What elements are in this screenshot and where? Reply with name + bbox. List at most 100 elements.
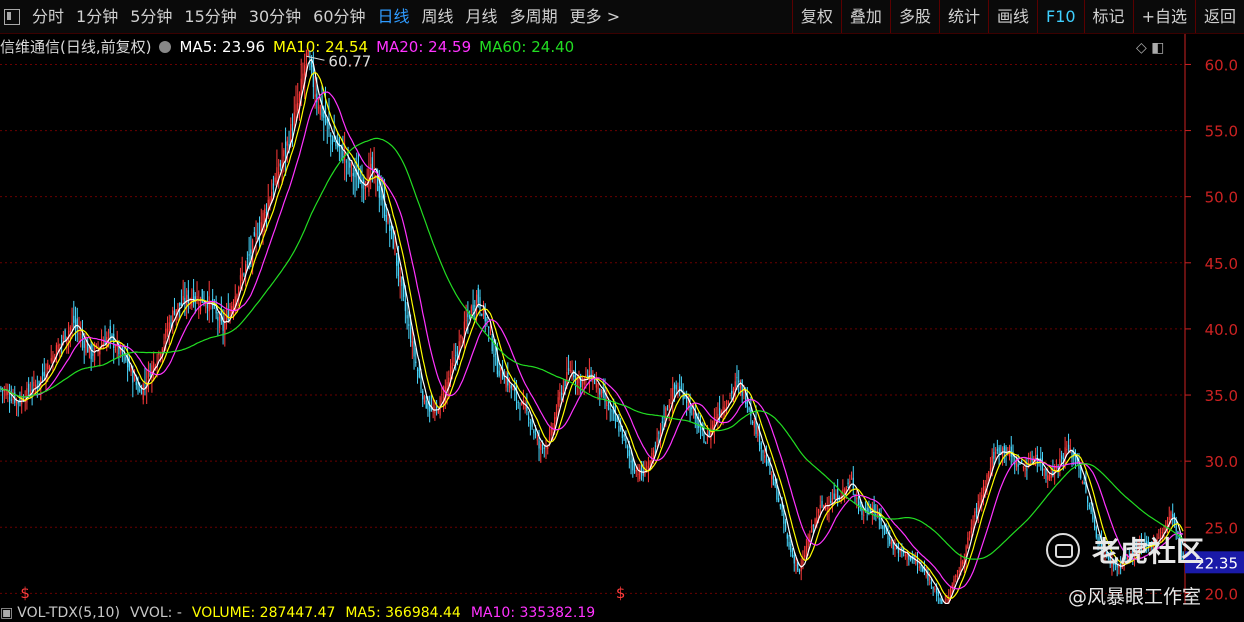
candle-body xyxy=(154,365,156,367)
candle-body xyxy=(258,232,261,234)
candle-body xyxy=(278,171,280,175)
candle-body xyxy=(682,393,684,400)
candle-body xyxy=(7,391,9,396)
candle-body xyxy=(946,598,948,601)
candle-body xyxy=(1047,475,1049,480)
candle-body xyxy=(493,354,495,357)
candle-body xyxy=(470,306,472,313)
ma10-line xyxy=(0,71,1184,599)
watermark-author: @风暴眼工作室 xyxy=(1068,586,1202,608)
candle-body xyxy=(418,368,420,378)
vol-indicator-name[interactable]: VOL-TDX(5,10) xyxy=(17,605,120,621)
candle-body xyxy=(630,460,632,463)
candle-body xyxy=(50,358,52,362)
candle-body xyxy=(219,316,221,328)
candle-body xyxy=(753,421,755,428)
candle-body xyxy=(274,177,276,183)
candle-body xyxy=(625,438,627,444)
candle-body xyxy=(932,587,934,589)
candle-body xyxy=(585,374,587,377)
candle-body xyxy=(1088,505,1090,507)
candle-body xyxy=(314,94,316,97)
candle-body xyxy=(394,248,396,253)
candle-body xyxy=(352,173,354,177)
candle-body xyxy=(288,143,290,146)
candle-body xyxy=(90,344,92,360)
candle-body xyxy=(474,305,476,307)
candle-body xyxy=(930,581,933,584)
candlestick-chart[interactable]: 20.0 25.0 30.0 35.0 40.0 45.0 50.0 55.0 60.0 60.… xyxy=(0,0,1244,604)
candle-body xyxy=(309,62,311,64)
candle-body xyxy=(389,225,391,231)
candle-body xyxy=(135,381,137,386)
candle-body xyxy=(286,140,288,146)
candle-body xyxy=(804,554,806,558)
candle-body xyxy=(80,333,82,335)
candle-body xyxy=(453,357,455,363)
candle-body xyxy=(481,314,483,316)
candle-body xyxy=(295,104,297,113)
candle-body xyxy=(890,542,893,545)
candle-body xyxy=(918,566,920,568)
candle-body xyxy=(137,384,139,392)
candle-body xyxy=(180,302,183,305)
candle-body xyxy=(863,514,865,516)
candle-body xyxy=(399,276,401,283)
price-axis-ticks: 20.0 25.0 30.0 35.0 40.0 45.0 50.0 55.0 60.0 xyxy=(1185,56,1238,603)
candle-body xyxy=(524,405,526,410)
candle-body xyxy=(272,183,275,190)
candle-body xyxy=(1090,506,1092,512)
candle-body xyxy=(609,408,611,410)
candle-body xyxy=(401,276,403,286)
annotations: 60.7718.7422.35$$ xyxy=(20,52,1244,604)
candle-body xyxy=(1022,466,1025,468)
candle-body xyxy=(904,554,906,556)
candle-body xyxy=(751,421,754,424)
candle-body xyxy=(468,314,471,318)
candle-body xyxy=(371,157,373,170)
candle-body xyxy=(508,382,511,389)
candle-body xyxy=(198,303,200,305)
candle-body xyxy=(805,546,808,555)
candle-body xyxy=(245,264,247,272)
candle-body xyxy=(142,383,144,400)
candle-body xyxy=(1066,448,1068,451)
candle-body xyxy=(404,300,406,312)
candle-body xyxy=(670,401,672,405)
candle-body xyxy=(732,388,735,394)
candle-body xyxy=(968,532,971,534)
candle-body xyxy=(1034,455,1037,457)
ma5-line xyxy=(0,58,1184,604)
volume-value: VOLUME: 287447.47 xyxy=(191,605,336,621)
candle-body xyxy=(534,433,537,436)
candle-body xyxy=(811,525,813,532)
candle-body xyxy=(653,450,655,459)
candle-body xyxy=(297,102,299,111)
candle-body xyxy=(206,303,209,309)
candle-body xyxy=(889,537,891,544)
candle-body xyxy=(350,163,353,166)
candle-body xyxy=(302,73,304,85)
candle-body xyxy=(1048,473,1051,481)
vol-collapse-icon[interactable]: ▣ xyxy=(0,605,13,621)
candle-body xyxy=(59,343,61,346)
candle-body xyxy=(467,313,469,318)
candle-body xyxy=(83,340,85,348)
candle-body xyxy=(1168,517,1170,521)
candle-body xyxy=(217,317,219,321)
candle-body xyxy=(415,361,417,364)
candle-body xyxy=(654,445,656,447)
candle-body xyxy=(57,344,59,352)
candle-body xyxy=(856,497,858,499)
candle-body xyxy=(772,475,775,486)
candle-body xyxy=(937,591,939,596)
candle-body xyxy=(788,541,790,547)
candle-body xyxy=(550,428,552,436)
y-tick-label: 50.0 xyxy=(1205,189,1238,207)
y-tick-label: 30.0 xyxy=(1205,453,1238,471)
candle-body xyxy=(934,588,936,590)
candle-body xyxy=(1172,513,1174,518)
candle-body xyxy=(795,564,797,566)
candle-body xyxy=(125,356,127,361)
candle-body xyxy=(906,553,908,558)
